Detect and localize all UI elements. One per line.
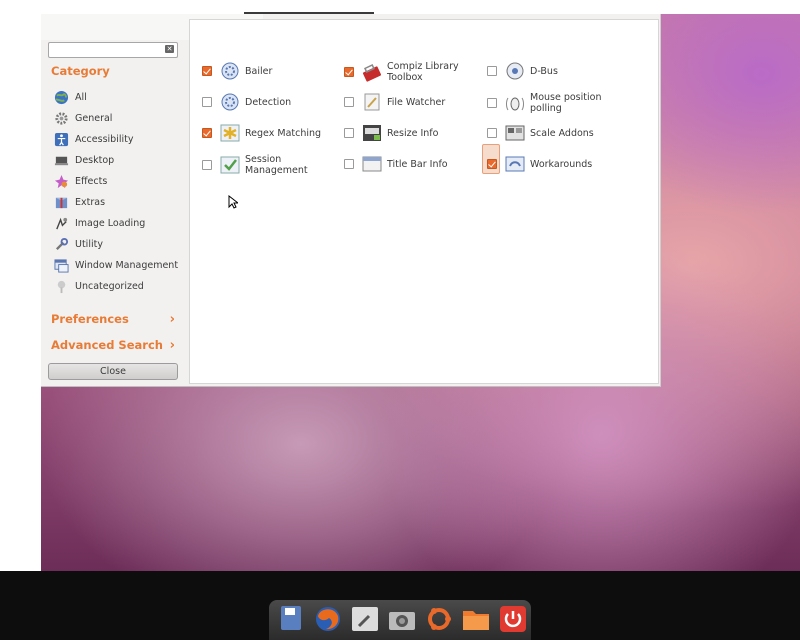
resize-info-icon [362, 123, 382, 143]
plugin-checkbox[interactable] [202, 128, 212, 138]
plugin-list: Bailer Compiz Library Toolbox D-Bus Dete… [189, 19, 659, 384]
file-watcher-icon [362, 92, 382, 112]
mouse-polling-icon [505, 93, 525, 113]
plugin-workarounds[interactable]: Workarounds [482, 144, 630, 174]
gear-icon [54, 111, 69, 126]
window-management-icon [54, 258, 69, 273]
plugin-checkbox[interactable] [487, 66, 497, 76]
plugin-resize-info[interactable]: Resize Info [344, 123, 487, 143]
plugin-checkbox[interactable] [202, 160, 212, 170]
accessibility-icon [54, 132, 69, 147]
category-window-management[interactable]: Window Management [54, 256, 178, 274]
plugin-label: Scale Addons [530, 127, 594, 139]
settings-window: ✕ Category All General Accessibility Des… [41, 14, 661, 387]
bailer-icon [220, 61, 240, 81]
plugin-title-bar-info[interactable]: Title Bar Info [344, 154, 487, 174]
category-all[interactable]: All [54, 88, 87, 106]
plugin-mouse-position-polling[interactable]: Mouse position polling [487, 92, 630, 114]
plugin-label: Title Bar Info [387, 158, 448, 170]
dock [269, 600, 531, 640]
plugin-label: Compiz Library Toolbox [387, 61, 459, 83]
uncategorized-icon [54, 279, 69, 294]
preferences-label: Preferences [51, 312, 129, 326]
plugin-bailer[interactable]: Bailer [202, 61, 345, 81]
category-desktop[interactable]: Desktop [54, 151, 114, 169]
camera-icon[interactable] [386, 604, 418, 634]
image-loading-icon [54, 216, 69, 231]
advanced-search-link[interactable]: Advanced Search › [51, 337, 175, 353]
plugin-checkbox[interactable] [344, 67, 354, 77]
plugin-label: Regex Matching [245, 127, 322, 139]
category-image-loading[interactable]: Image Loading [54, 214, 145, 232]
save-icon[interactable] [275, 604, 307, 634]
category-uncategorized[interactable]: Uncategorized [54, 277, 144, 295]
globe-icon [54, 90, 69, 105]
power-icon[interactable] [497, 604, 529, 634]
category-effects[interactable]: Effects [54, 172, 107, 190]
category-label: General [75, 112, 113, 124]
detection-icon [220, 92, 240, 112]
category-accessibility[interactable]: Accessibility [54, 130, 133, 148]
plugin-label: Detection [245, 96, 292, 108]
desktop-icon [54, 153, 69, 168]
extras-icon [54, 195, 69, 210]
category-label: Window Management [75, 259, 179, 271]
plugin-checkbox[interactable] [344, 97, 354, 107]
plugin-scale-addons[interactable]: Scale Addons [487, 123, 630, 143]
category-extras[interactable]: Extras [54, 193, 105, 211]
category-label: Utility [75, 238, 103, 250]
plugin-regex-matching[interactable]: Regex Matching [202, 123, 345, 143]
settings-manager-icon[interactable] [349, 604, 381, 634]
category-label: Accessibility [75, 133, 134, 145]
category-label: Extras [75, 196, 106, 208]
firefox-icon[interactable] [312, 604, 344, 634]
category-label: Effects [75, 175, 108, 187]
plugin-session-management[interactable]: Session Management [202, 154, 345, 176]
category-label: Image Loading [75, 217, 146, 229]
session-management-icon [220, 155, 240, 175]
plugin-label: D-Bus [530, 65, 558, 77]
plugin-label: Mouse position polling [530, 92, 602, 114]
dbus-icon [505, 61, 525, 81]
effects-icon [54, 174, 69, 189]
plugin-d-bus[interactable]: D-Bus [487, 61, 630, 81]
regex-icon [220, 123, 240, 143]
category-label: Uncategorized [75, 280, 144, 292]
plugin-label: File Watcher [387, 96, 446, 108]
search-input[interactable]: ✕ [48, 42, 178, 58]
plugin-detection[interactable]: Detection [202, 92, 345, 112]
plugin-file-watcher[interactable]: File Watcher [344, 92, 487, 112]
plugin-label: Workarounds [530, 158, 593, 170]
plugin-checkbox[interactable] [487, 159, 497, 169]
plugin-checkbox[interactable] [202, 66, 212, 76]
category-label: All [75, 91, 87, 103]
workarounds-icon [505, 154, 525, 174]
scale-addons-icon [505, 123, 525, 143]
folder-icon[interactable] [460, 604, 492, 634]
plugin-label: Resize Info [387, 127, 439, 139]
category-title: Category [51, 64, 110, 78]
close-button[interactable]: Close [48, 363, 178, 380]
category-label: Desktop [75, 154, 115, 166]
plugin-checkbox[interactable] [487, 98, 497, 108]
advanced-search-label: Advanced Search [51, 338, 163, 352]
plugin-checkbox[interactable] [344, 159, 354, 169]
title-bar-info-icon [362, 154, 382, 174]
category-utility[interactable]: Utility [54, 235, 103, 253]
ubuntu-software-icon[interactable] [423, 604, 455, 634]
toolbox-icon [362, 62, 382, 82]
plugin-checkbox[interactable] [344, 128, 354, 138]
mouse-cursor-icon [228, 195, 238, 209]
chevron-right-icon: › [169, 337, 175, 353]
plugin-checkbox[interactable] [487, 128, 497, 138]
category-general[interactable]: General [54, 109, 112, 127]
plugin-label: Bailer [245, 65, 273, 77]
chevron-right-icon: › [169, 311, 175, 327]
plugin-label: Session Management [245, 154, 308, 176]
plugin-compiz-library-toolbox[interactable]: Compiz Library Toolbox [344, 61, 487, 83]
plugin-checkbox[interactable] [202, 97, 212, 107]
preferences-link[interactable]: Preferences › [51, 311, 175, 327]
clear-search-icon[interactable]: ✕ [165, 45, 174, 53]
utility-icon [54, 237, 69, 252]
